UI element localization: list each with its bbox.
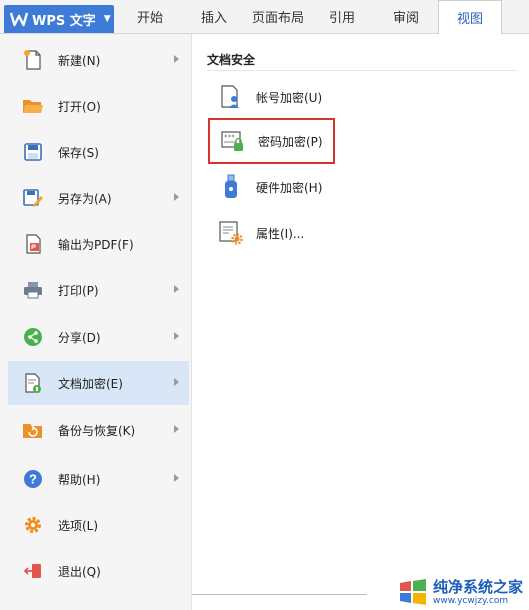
help-icon: ? bbox=[22, 468, 44, 490]
open-folder-icon bbox=[22, 95, 44, 117]
tab-page-layout[interactable]: 页面布局 bbox=[246, 0, 310, 34]
menu-item-label: 输出为PDF(F) bbox=[58, 237, 134, 252]
tab-references[interactable]: 引用 bbox=[310, 0, 374, 34]
menu-item-share[interactable]: 分享(D) bbox=[8, 315, 189, 359]
menu-item-export-pdf[interactable]: 输出为PDF(F) bbox=[8, 222, 189, 266]
menu-item-label: 另存为(A) bbox=[58, 191, 112, 206]
chevron-right-icon bbox=[174, 332, 179, 340]
menu-item-help[interactable]: ? 帮助(H) bbox=[8, 457, 189, 501]
doc-encrypt-icon bbox=[22, 372, 44, 394]
chevron-right-icon bbox=[174, 55, 179, 63]
menu-item-exit[interactable]: 退出(Q) bbox=[8, 549, 189, 593]
divider bbox=[207, 70, 517, 71]
ribbon-tabs: 开始 插入 页面布局 引用 审阅 视图 bbox=[118, 0, 502, 35]
save-icon bbox=[22, 141, 44, 163]
chevron-right-icon bbox=[174, 474, 179, 482]
watermark-title: 纯净系统之家 bbox=[432, 577, 523, 596]
menu-item-backup-restore[interactable]: 备份与恢复(K) bbox=[8, 408, 189, 452]
usb-key-icon bbox=[218, 173, 244, 201]
menu-item-new[interactable]: 新建(N) bbox=[8, 38, 189, 82]
menu-item-label: 选项(L) bbox=[58, 518, 99, 533]
exit-icon bbox=[22, 560, 44, 582]
password-encrypt-item[interactable]: *** 密码加密(P) bbox=[208, 118, 335, 164]
chevron-down-icon: ▼ bbox=[103, 14, 111, 24]
chevron-right-icon bbox=[174, 425, 179, 433]
share-icon bbox=[22, 326, 44, 348]
menu-item-label: 文档加密(E) bbox=[58, 376, 123, 391]
app-menu-button[interactable]: WPS 文字 ▼ bbox=[4, 5, 114, 33]
menu-item-print[interactable]: 打印(P) bbox=[8, 268, 189, 312]
chevron-right-icon bbox=[174, 285, 179, 293]
tab-insert[interactable]: 插入 bbox=[182, 0, 246, 34]
save-as-icon bbox=[22, 187, 44, 209]
svg-text:***: *** bbox=[224, 134, 235, 141]
properties-item[interactable]: 属性(I)... bbox=[208, 210, 314, 256]
tab-view[interactable]: 视图 bbox=[438, 0, 502, 35]
account-lock-icon bbox=[218, 83, 244, 111]
panel-title: 文档安全 bbox=[207, 53, 256, 67]
menu-item-label: 打印(P) bbox=[58, 283, 99, 298]
file-menu: 新建(N) 打开(O) 保存(S) 另存为(A) 输出为PDF(F) 打印(P) bbox=[0, 34, 192, 610]
svg-text:?: ? bbox=[29, 472, 37, 487]
menu-item-doc-encrypt[interactable]: 文档加密(E) bbox=[8, 361, 189, 405]
wps-logo-icon bbox=[10, 12, 28, 27]
tab-home[interactable]: 开始 bbox=[118, 0, 182, 34]
printer-icon bbox=[22, 279, 44, 301]
chevron-right-icon bbox=[174, 193, 179, 201]
menu-item-save[interactable]: 保存(S) bbox=[8, 130, 189, 174]
windows-logo-icon bbox=[399, 579, 426, 605]
password-lock-icon: *** bbox=[220, 127, 246, 155]
ribbon-bar: WPS 文字 ▼ 开始 插入 页面布局 引用 审阅 视图 bbox=[0, 0, 529, 35]
menu-item-label: 帮助(H) bbox=[58, 472, 101, 487]
app-title: WPS 文字 bbox=[32, 13, 96, 29]
doc-security-panel: 文档安全 帐号加密(U) *** 密码加密(P) 硬件加密(H) 属性(I)..… bbox=[192, 34, 529, 610]
menu-item-label: 备份与恢复(K) bbox=[58, 423, 136, 438]
hardware-encrypt-item[interactable]: 硬件加密(H) bbox=[208, 164, 332, 210]
doc-properties-icon bbox=[218, 219, 244, 247]
menu-item-label: 新建(N) bbox=[58, 53, 101, 68]
menu-item-save-as[interactable]: 另存为(A) bbox=[8, 176, 189, 220]
account-encrypt-label: 帐号加密(U) bbox=[256, 90, 323, 105]
menu-item-open[interactable]: 打开(O) bbox=[8, 84, 189, 128]
menu-item-label: 保存(S) bbox=[58, 145, 99, 160]
menu-item-label: 分享(D) bbox=[58, 330, 101, 345]
gear-icon bbox=[22, 514, 44, 536]
divider bbox=[192, 594, 367, 595]
site-watermark: 纯净系统之家 www.ycwjzy.com bbox=[397, 578, 523, 606]
hardware-encrypt-label: 硬件加密(H) bbox=[256, 180, 323, 195]
password-encrypt-label: 密码加密(P) bbox=[258, 134, 323, 149]
watermark-url: www.ycwjzy.com bbox=[432, 595, 509, 606]
pdf-icon bbox=[22, 233, 44, 255]
account-encrypt-item[interactable]: 帐号加密(U) bbox=[208, 74, 332, 120]
properties-label: 属性(I)... bbox=[256, 226, 305, 241]
menu-item-label: 打开(O) bbox=[58, 99, 101, 114]
menu-item-options[interactable]: 选项(L) bbox=[8, 503, 189, 547]
backup-icon bbox=[22, 419, 44, 441]
tab-review[interactable]: 审阅 bbox=[374, 0, 438, 34]
chevron-right-icon bbox=[174, 378, 179, 386]
new-file-icon bbox=[22, 49, 44, 71]
menu-item-label: 退出(Q) bbox=[58, 564, 101, 579]
